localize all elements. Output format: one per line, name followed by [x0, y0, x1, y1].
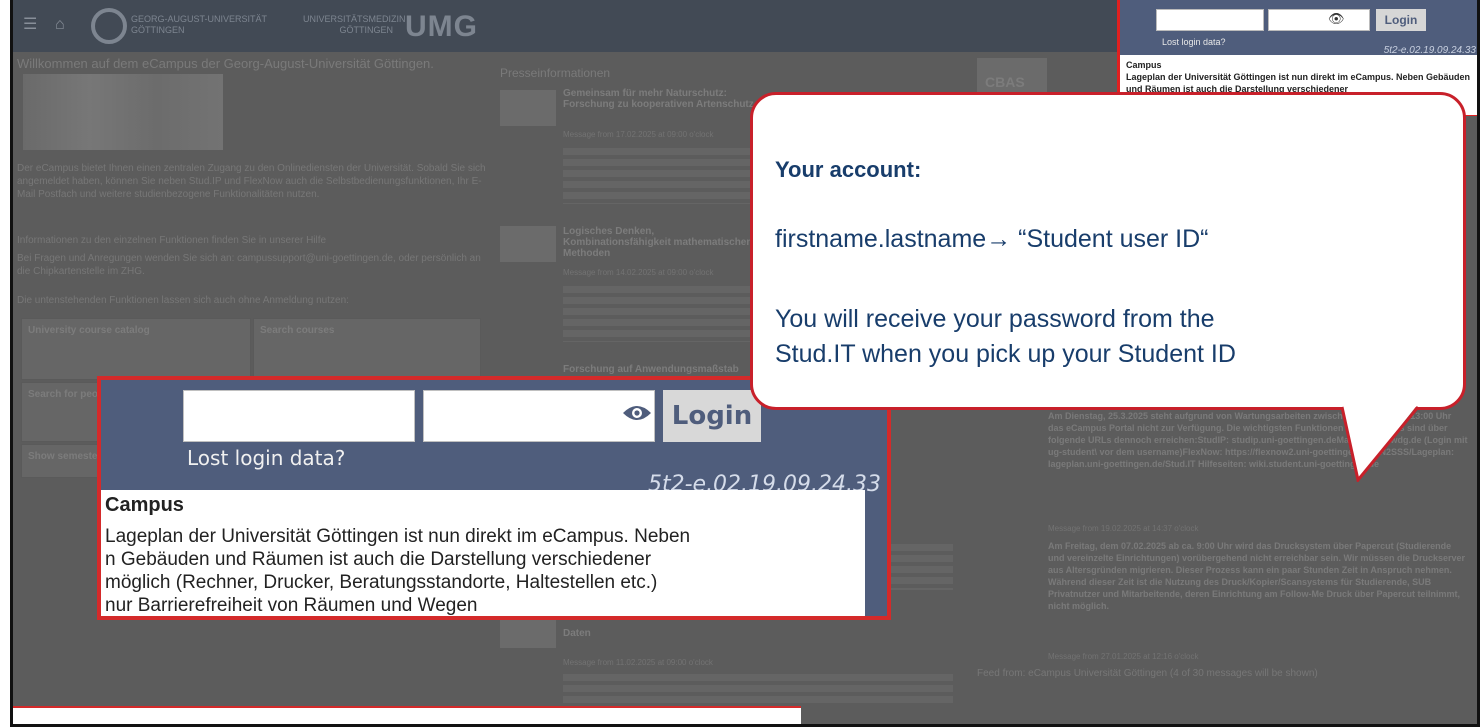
- campus-line: Lageplan der Universität Göttingen ist n…: [105, 526, 691, 547]
- password-input[interactable]: [1268, 9, 1370, 31]
- account-callout: Your account: firstname.lastname→ “Stude…: [750, 92, 1466, 410]
- login-button[interactable]: Login: [1376, 9, 1426, 31]
- functions-text: Die untenstehenden Funktionen lassen sic…: [17, 295, 349, 306]
- lost-login-link[interactable]: Lost login data?: [1162, 37, 1226, 47]
- campus-line: n Gebäuden und Räumen ist auch die Darst…: [105, 549, 652, 570]
- press-title[interactable]: Logisches Denken, Kombinationsfähigkeit …: [563, 226, 763, 259]
- press-meta: Message from 17.02.2025 at 09:00 o'clock: [563, 130, 714, 139]
- login-zoom-panel: Login Lost login data? 5t2-e.02.19.09.24…: [97, 376, 891, 620]
- campus-title: Campus: [105, 494, 184, 516]
- bottom-highlight: [13, 706, 801, 724]
- news-item: Am Freitag, dem 07.02.2025 ab ca. 9:00 U…: [1048, 541, 1466, 611]
- press-title[interactable]: Forschung auf Anwendungsmaßstab: [563, 364, 763, 375]
- callout-pointer: [1340, 404, 1420, 482]
- umg-logo[interactable]: UMG: [405, 10, 478, 44]
- top-navbar: ☰ ⌂ GEORG-AUGUST-UNIVERSITÄT GÖTTINGEN U…: [13, 0, 1121, 52]
- news-meta: Message from 19.02.2025 at 14:37 o'clock: [1048, 524, 1199, 533]
- course-catalog-link[interactable]: University course catalog: [21, 318, 251, 380]
- callout-line: Stud.IT when you pick up your Student ID: [775, 340, 1236, 368]
- press-body: [563, 670, 953, 706]
- university-name: GEORG-AUGUST-UNIVERSITÄT GÖTTINGEN: [131, 14, 267, 35]
- press-meta: Message from 14.02.2025 at 09:00 o'clock: [563, 268, 714, 277]
- press-title[interactable]: Gemeinsam für mehr Naturschutz: Forschun…: [563, 88, 763, 110]
- press-thumb[interactable]: [500, 226, 556, 262]
- eye-icon[interactable]: 👁: [1328, 11, 1345, 27]
- press-meta: Message from 11.02.2025 at 09:00 o'clock: [563, 658, 713, 667]
- umg-name: UNIVERSITÄTSMEDIZIN GÖTTINGEN: [303, 14, 406, 35]
- login-button[interactable]: Login: [663, 390, 761, 442]
- eye-icon[interactable]: [621, 402, 653, 424]
- campus-line: möglich (Rechner, Drucker, Beratungsstan…: [105, 572, 658, 593]
- feed-info[interactable]: Feed from: eCampus Universität Göttingen…: [977, 668, 1318, 679]
- news-meta: Message from 27.01.2025 at 12:16 o'clock: [1048, 652, 1199, 661]
- callout-heading: Your account:: [775, 157, 922, 182]
- press-body: [563, 282, 763, 342]
- home-icon[interactable]: ⌂: [55, 17, 73, 33]
- search-courses-link[interactable]: Search courses: [253, 318, 481, 380]
- username-input[interactable]: [183, 390, 415, 442]
- campus-photo: [23, 74, 223, 150]
- callout-line: firstname.lastname→ “Student user ID“: [775, 225, 1209, 253]
- campus-line: nur Barrierefreiheit von Räumen und Wege…: [105, 595, 478, 616]
- press-thumb[interactable]: [500, 90, 556, 126]
- university-logo[interactable]: [91, 8, 127, 44]
- welcome-heading: Willkommen auf dem eCampus der Georg-Aug…: [17, 56, 434, 71]
- menu-icon[interactable]: ☰: [23, 17, 41, 33]
- campus-panel: Campus Lageplan der Universität Göttinge…: [101, 490, 865, 616]
- lost-login-link[interactable]: Lost login data?: [187, 446, 345, 470]
- intro-text: Der eCampus bietet Ihnen einen zentralen…: [17, 163, 486, 200]
- press-body: [891, 540, 953, 590]
- campus-title: Campus: [1126, 60, 1162, 70]
- help-text: Informationen zu den einzelnen Funktione…: [17, 235, 327, 246]
- press-body: [563, 144, 763, 204]
- callout-line: You will receive your password from the: [775, 305, 1215, 333]
- username-input[interactable]: [1156, 9, 1264, 31]
- press-title[interactable]: Daten: [563, 628, 763, 639]
- press-heading: Presseinformationen: [500, 66, 611, 80]
- contact-text: Bei Fragen und Anregungen wenden Sie sic…: [17, 253, 481, 277]
